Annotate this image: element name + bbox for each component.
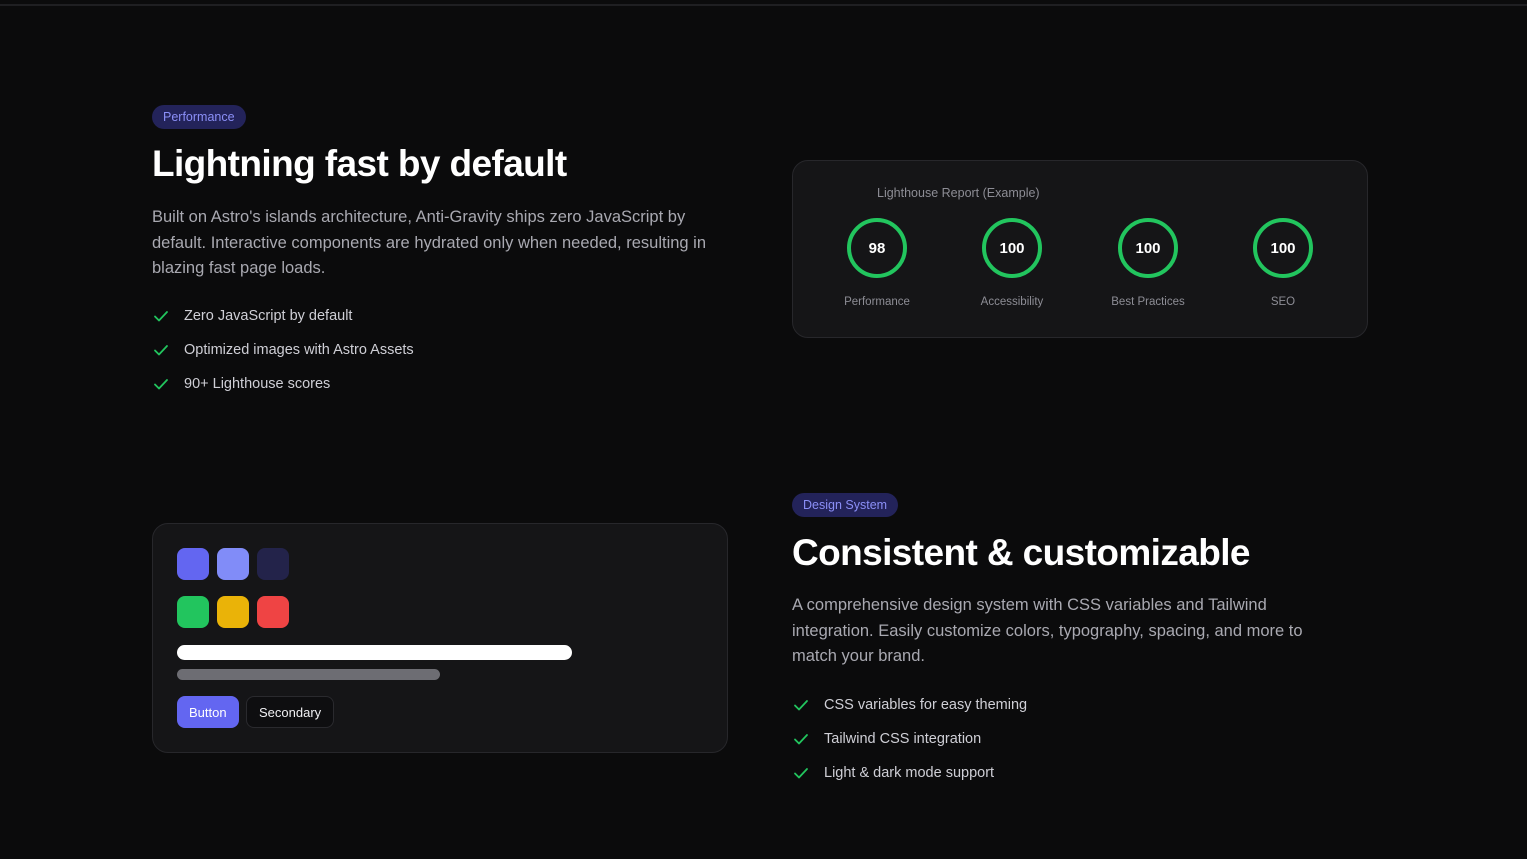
color-swatch-success [177,596,209,628]
design-preview-card: Button Secondary [152,523,728,753]
text-placeholder-bar [177,645,572,660]
feature-label: Tailwind CSS integration [824,731,982,747]
lighthouse-report-title: Lighthouse Report (Example) [877,186,1040,200]
check-icon [794,700,808,711]
feature-label: Zero JavaScript by default [184,308,353,324]
score-ring: 100 [1253,218,1313,278]
feature-item: Tailwind CSS integration [792,722,1027,756]
performance-badge: Performance [152,105,246,129]
performance-title: Lightning fast by default [152,143,567,184]
score-gauge-seo: 100 SEO [1223,218,1343,308]
score-ring: 100 [1118,218,1178,278]
performance-description: Built on Astro's islands architecture, A… [152,208,707,277]
feature-label: CSS variables for easy theming [824,697,1028,713]
color-swatch-primary-light [217,548,249,580]
check-icon [154,311,168,322]
feature-label: Light & dark mode support [824,765,995,781]
score-ring: 98 [847,218,907,278]
score-ring: 100 [982,218,1042,278]
feature-item: 90+ Lighthouse scores [152,367,414,401]
check-icon [794,734,808,745]
feature-item: CSS variables for easy theming [792,688,1027,722]
color-swatch-error [257,596,289,628]
score-label: Performance [844,296,910,308]
feature-label: 90+ Lighthouse scores [184,376,331,392]
feature-item: Zero JavaScript by default [152,299,414,333]
text-placeholder-bar-secondary [177,669,440,680]
check-icon [154,379,168,390]
score-gauge-best-practices: 100 Best Practices [1088,218,1208,308]
design-description: A comprehensive design system with CSS v… [792,596,1303,665]
lighthouse-report-card: Lighthouse Report (Example) 98 Performan… [792,160,1368,338]
color-swatch-warning [217,596,249,628]
preview-primary-button[interactable]: Button [177,696,239,728]
feature-item: Optimized images with Astro Assets [152,333,414,367]
performance-feature-list: Zero JavaScript by default Optimized ima… [152,299,414,401]
check-icon [154,345,168,356]
color-swatch-primary [177,548,209,580]
top-divider [0,4,1527,6]
design-title: Consistent & customizable [792,532,1250,573]
design-feature-list: CSS variables for easy theming Tailwind … [792,688,1027,790]
feature-label: Optimized images with Astro Assets [184,342,414,358]
score-gauge-accessibility: 100 Accessibility [952,218,1072,308]
score-label: Accessibility [980,296,1044,308]
score-gauge-performance: 98 Performance [817,218,937,308]
color-swatch-primary-dark [257,548,289,580]
preview-secondary-button[interactable]: Secondary [246,696,335,728]
check-icon [794,768,808,779]
score-label: SEO [1270,296,1296,308]
feature-item: Light & dark mode support [792,756,1027,790]
score-label: Best Practices [1111,296,1185,308]
design-badge: Design System [792,493,899,517]
